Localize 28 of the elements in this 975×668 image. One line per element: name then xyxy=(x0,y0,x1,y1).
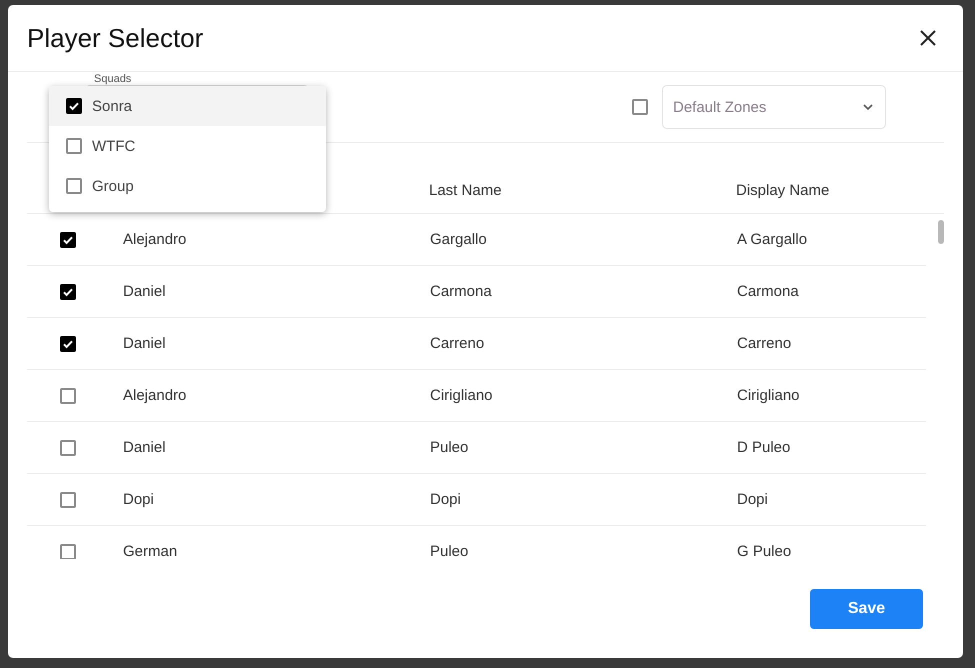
table-cell-text: Dopi xyxy=(737,491,769,508)
table-cell-text: D Puleo xyxy=(737,439,792,456)
table-cell-text: Alejandro xyxy=(123,231,188,248)
field-label: Squads xyxy=(92,73,134,85)
option-label: Group xyxy=(92,178,134,194)
option-label: Sonra xyxy=(92,98,132,114)
dialog-title: Player Selector xyxy=(27,22,204,54)
table-cell-text: G Puleo xyxy=(737,543,792,559)
column-header: Display Name xyxy=(736,182,830,199)
table-cell-text: Puleo xyxy=(430,543,470,559)
table-cell-text: Alejandro xyxy=(123,387,188,404)
table-cell-text: Gargallo xyxy=(430,231,488,248)
table-cell-text: Cirigliano xyxy=(737,387,801,404)
table-cell-text: Carreno xyxy=(737,335,792,352)
table-cell-text: German xyxy=(123,543,178,559)
table-cell-text: Dopi xyxy=(430,491,462,508)
table-cell-text: A Gargallo xyxy=(737,231,808,248)
table-cell-text: Carmona xyxy=(430,283,493,300)
table-cell-text: Dopi xyxy=(123,491,155,508)
table-cell-text: Cirigliano xyxy=(430,387,494,404)
column-header: Last Name xyxy=(429,182,503,199)
option-label: WTFC xyxy=(92,138,136,154)
table-cell-text: Carreno xyxy=(430,335,486,352)
table-cell-text: Daniel xyxy=(123,439,167,456)
table-cell-text: Puleo xyxy=(430,439,470,456)
table-cell-text: Daniel xyxy=(123,335,167,352)
table-cell-text: Carmona xyxy=(737,283,800,300)
table-cell-text: Daniel xyxy=(123,283,167,300)
